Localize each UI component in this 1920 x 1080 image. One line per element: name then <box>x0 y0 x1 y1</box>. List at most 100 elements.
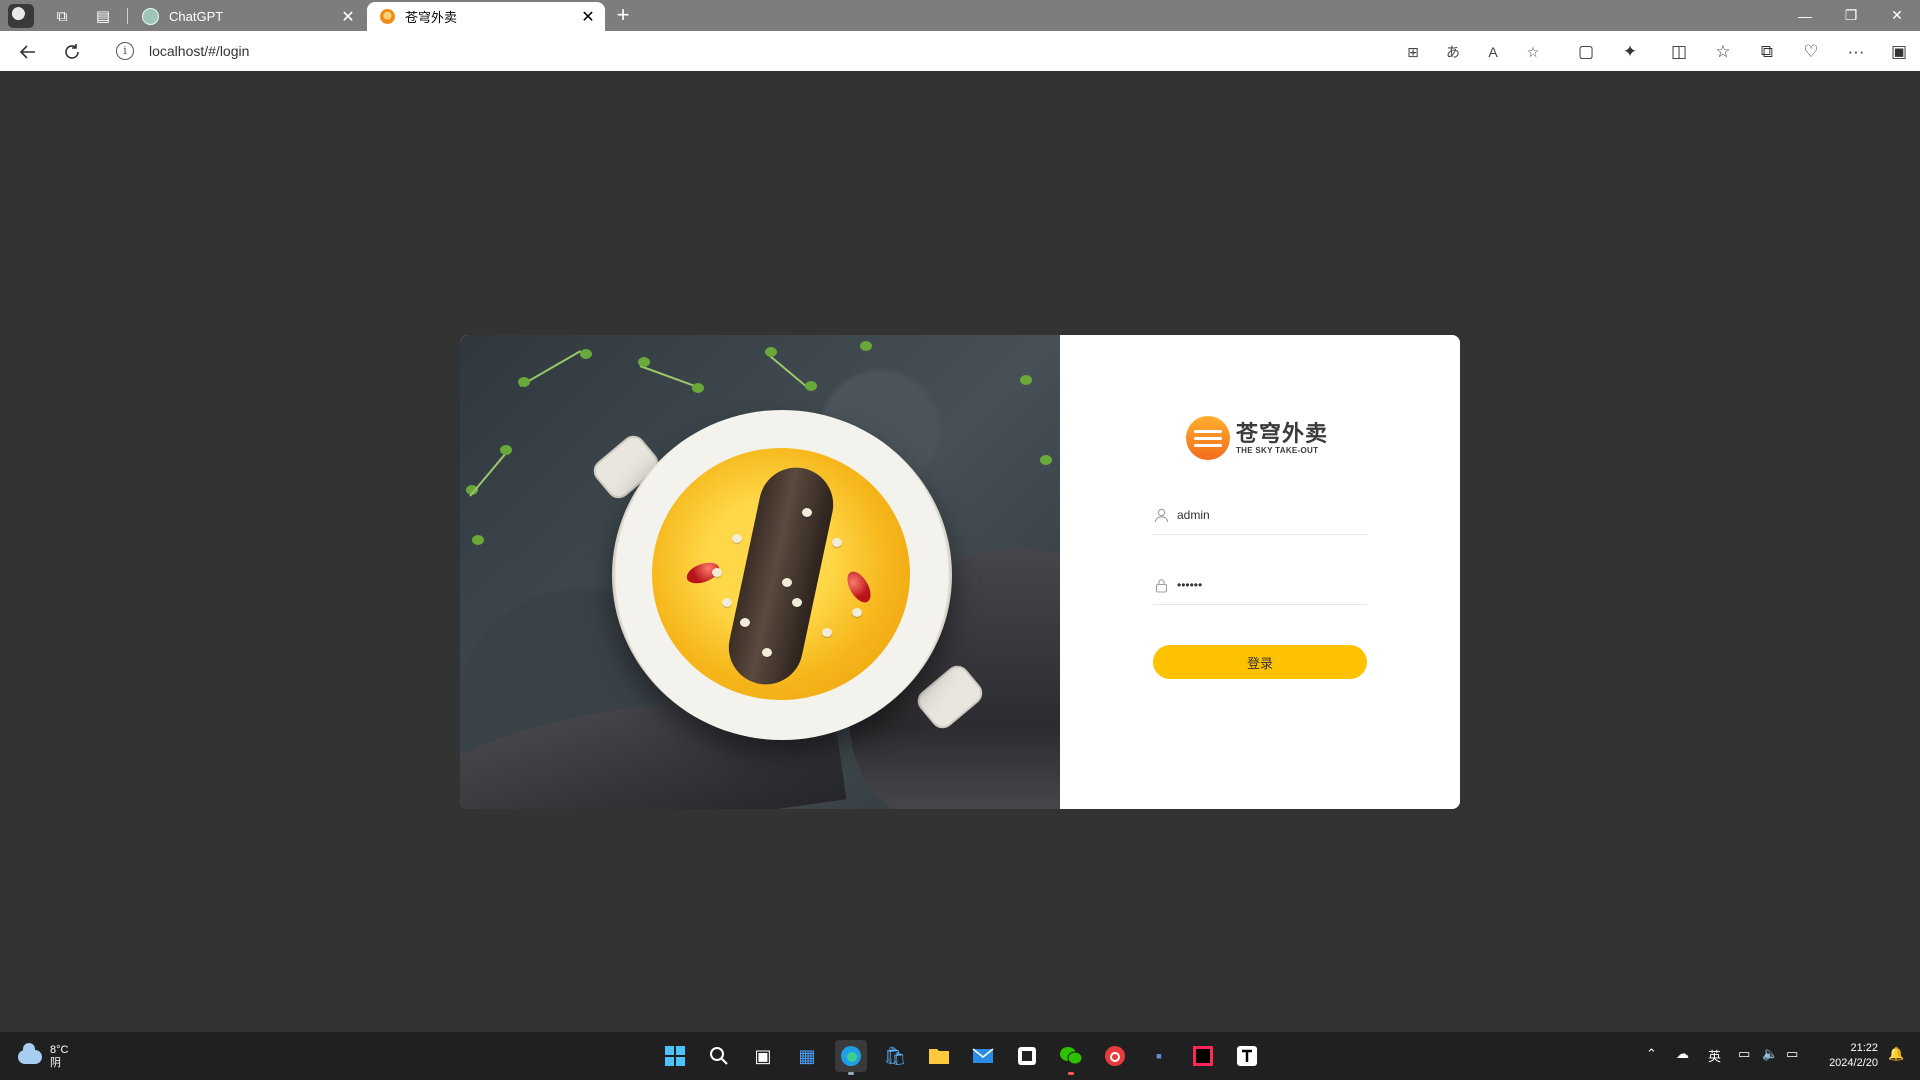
notification-indicator <box>1068 1072 1074 1075</box>
minimize-button[interactable]: — <box>1782 0 1828 31</box>
file-explorer-icon[interactable] <box>923 1040 955 1072</box>
login-panel: 苍穹外卖 THE SKY TAKE-OUT 登录 <box>1060 335 1460 809</box>
copilot-sidebar-icon[interactable]: ▣ <box>1885 38 1913 66</box>
restore-button[interactable]: ❐ <box>1828 0 1874 31</box>
app-available-icon[interactable]: ⊞ <box>1400 39 1426 65</box>
sprout-leaf <box>518 377 530 387</box>
mail-icon[interactable] <box>967 1040 999 1072</box>
logo-subtitle: THE SKY TAKE-OUT <box>1236 445 1319 455</box>
close-tab-icon[interactable]: ✕ <box>577 7 599 27</box>
weather-widget[interactable]: 8°C 阴 <box>18 1043 68 1070</box>
notifications-bell-icon[interactable]: 🔔 <box>1888 1046 1904 1062</box>
close-tab-icon[interactable]: ✕ <box>337 7 359 27</box>
weather-text: 8°C 阴 <box>50 1044 68 1070</box>
sprout-leaf <box>1040 455 1052 465</box>
barley-grain <box>832 538 842 547</box>
sprout-leaf <box>500 445 512 455</box>
sprout-stem <box>639 365 697 388</box>
browser-toolbar: i localhost/#/login ⊞ あ A ☆ ▢ ✦ ◫ ☆ ⧉ ♡ … <box>0 31 1920 71</box>
goji-berry <box>842 567 876 607</box>
sky-takeout-favicon-icon <box>380 9 395 24</box>
barley-grain <box>740 618 750 627</box>
browser-essentials-icon[interactable]: ♡ <box>1797 38 1825 66</box>
favorite-star-icon[interactable]: ☆ <box>1520 39 1546 65</box>
barley-grain <box>732 534 742 543</box>
logo-text: 苍穹外卖 THE SKY TAKE-OUT <box>1236 420 1329 455</box>
sprout-leaf <box>580 349 592 359</box>
clock-time: 21:22 <box>1850 1042 1878 1054</box>
barley-grain <box>712 568 722 577</box>
new-tab-button[interactable]: + <box>612 2 634 28</box>
username-field <box>1153 498 1367 535</box>
brand-logo: 苍穹外卖 THE SKY TAKE-OUT <box>1186 416 1328 460</box>
calendar-app-icon[interactable]: ▦ <box>791 1040 823 1072</box>
username-input[interactable] <box>1177 504 1363 526</box>
profile-avatar[interactable] <box>8 4 34 28</box>
store-icon[interactable]: 🛍 <box>879 1040 911 1072</box>
logo-title: 苍穹外卖 <box>1236 420 1329 446</box>
cloud-icon <box>18 1043 42 1064</box>
sidebar-panel-icon[interactable]: ▢ <box>1572 38 1600 66</box>
sprout-leaf <box>692 383 704 393</box>
sprout-leaf <box>1020 375 1032 385</box>
sea-cucumber <box>721 460 841 692</box>
tab-label: 苍穹外卖 <box>405 10 458 25</box>
tab-chatgpt[interactable]: ChatGPT ✕ <box>129 2 365 31</box>
login-button[interactable]: 登录 <box>1153 645 1367 679</box>
intellij-idea-icon[interactable] <box>1187 1040 1219 1072</box>
sprout-leaf <box>860 341 872 351</box>
terminal-app-icon[interactable]: ▪ <box>1143 1040 1175 1072</box>
tab-separator <box>127 8 128 24</box>
barley-grain <box>852 608 862 617</box>
lock-icon <box>1153 577 1169 593</box>
user-icon <box>1153 507 1169 523</box>
sprout-stem <box>469 449 510 497</box>
start-button[interactable] <box>659 1040 691 1072</box>
active-indicator <box>848 1072 854 1075</box>
extensions-icon[interactable]: ✦ <box>1616 38 1644 66</box>
edge-browser-icon[interactable] <box>835 1040 867 1075</box>
barley-grain <box>792 598 802 607</box>
close-window-button[interactable]: ✕ <box>1874 0 1920 31</box>
workspaces-icon[interactable]: ⧉ <box>49 3 75 29</box>
site-info-icon[interactable]: i <box>116 42 134 60</box>
wechat-icon[interactable] <box>1055 1040 1087 1075</box>
translate-icon[interactable]: あ <box>1440 39 1466 65</box>
url-text[interactable]: localhost/#/login <box>149 43 249 59</box>
login-card: 苍穹外卖 THE SKY TAKE-OUT 登录 <box>460 335 1460 809</box>
barley-grain <box>822 628 832 637</box>
barley-grain <box>782 578 792 587</box>
tab-label: ChatGPT <box>169 9 224 24</box>
sprout-leaf <box>765 347 777 357</box>
split-screen-icon[interactable]: ◫ <box>1665 38 1693 66</box>
sprout-leaf <box>472 535 484 545</box>
collections-icon[interactable]: ⧉ <box>1753 38 1781 66</box>
notion-app-icon[interactable] <box>1011 1040 1043 1072</box>
refresh-icon[interactable] <box>58 38 86 66</box>
chatgpt-favicon-icon <box>142 8 159 25</box>
vertical-tabs-icon[interactable]: ▤ <box>90 3 116 29</box>
weather-condition: 阴 <box>50 1057 61 1069</box>
ime-indicator[interactable]: 英 <box>1708 1046 1721 1065</box>
netease-music-icon[interactable] <box>1099 1040 1131 1072</box>
volume-icon[interactable]: 🔈 <box>1762 1046 1778 1062</box>
password-field <box>1153 568 1367 605</box>
typora-icon[interactable] <box>1231 1040 1263 1072</box>
network-icon[interactable]: ▭ <box>1738 1046 1750 1062</box>
tab-sky-takeout[interactable]: 苍穹外卖 ✕ <box>367 2 605 31</box>
password-input[interactable] <box>1177 574 1363 596</box>
onedrive-icon[interactable]: ☁ <box>1676 1046 1689 1062</box>
sprout-leaf <box>805 381 817 391</box>
task-view-icon[interactable]: ▣ <box>747 1040 779 1072</box>
search-icon[interactable] <box>703 1040 735 1072</box>
system-clock[interactable]: 21:22 2024/2/20 <box>1829 1041 1878 1071</box>
battery-icon[interactable]: ▭ <box>1786 1046 1798 1062</box>
address-bar[interactable]: i localhost/#/login ⊞ あ A ☆ <box>102 35 1562 67</box>
back-arrow-icon[interactable] <box>14 38 42 66</box>
favorites-icon[interactable]: ☆ <box>1709 38 1737 66</box>
soup <box>652 448 910 700</box>
weather-temp: 8°C <box>50 1044 69 1056</box>
more-menu-icon[interactable]: ··· <box>1842 38 1870 66</box>
show-hidden-icons-icon[interactable]: ⌃ <box>1646 1046 1657 1062</box>
read-aloud-icon[interactable]: A <box>1480 39 1506 65</box>
